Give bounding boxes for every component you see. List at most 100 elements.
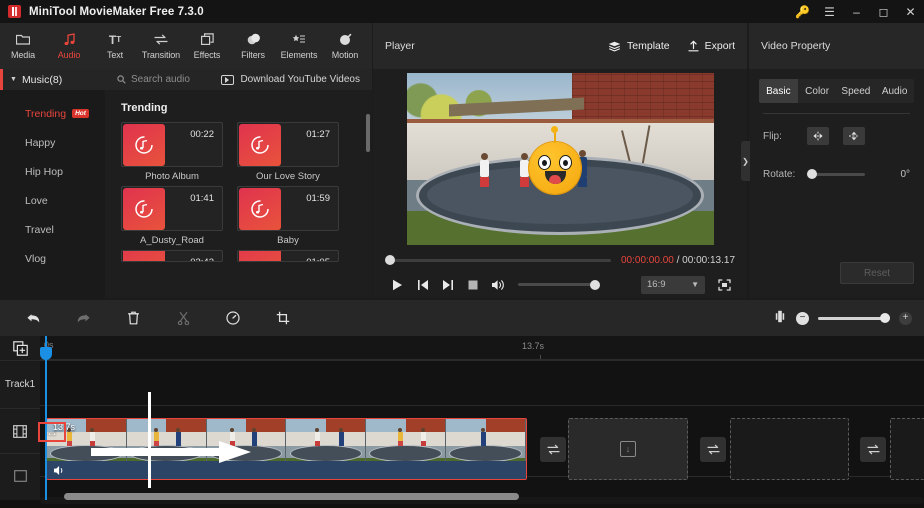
download-youtube-label: Download YouTube Videos <box>240 74 360 85</box>
tab-audio[interactable]: Audio <box>46 23 92 69</box>
zoom-out-button[interactable]: − <box>796 311 809 325</box>
chevron-right-icon: ❯ <box>742 156 749 166</box>
crop-button[interactable] <box>258 303 308 333</box>
seek-handle[interactable] <box>385 255 395 265</box>
audio-thumbnail[interactable]: 03:42 <box>121 250 223 262</box>
media-placeholder-slot[interactable] <box>890 418 924 480</box>
audio-thumbnail[interactable]: 01:41 <box>121 186 223 231</box>
play-button[interactable] <box>385 273 410 297</box>
fullscreen-button[interactable] <box>713 274 735 296</box>
current-time: 00:00:00.00 <box>621 254 674 266</box>
tab-elements[interactable]: Elements <box>276 23 322 69</box>
timeline-scroll-track[interactable] <box>40 493 924 504</box>
video-preview[interactable] <box>406 73 714 245</box>
audio-name: Baby <box>277 235 299 246</box>
menu-button[interactable]: ☰ <box>816 0 843 23</box>
tab-motion[interactable]: Motion <box>322 23 368 69</box>
category-trending[interactable]: Trending Hot <box>0 99 105 128</box>
collapse-panel-button[interactable]: ❯ <box>741 141 750 181</box>
add-media-button[interactable] <box>0 336 40 360</box>
category-love[interactable]: Love <box>0 186 105 215</box>
playhead[interactable] <box>40 336 52 500</box>
tab-audio[interactable]: Audio <box>875 79 914 103</box>
timeline-body[interactable]: 13.7s ↓ <box>40 360 924 500</box>
tab-speed[interactable]: Speed <box>837 79 876 103</box>
seek-slider[interactable] <box>385 255 611 265</box>
rotate-slider[interactable] <box>807 169 865 179</box>
search-input[interactable]: Search audio <box>105 74 221 85</box>
reset-button[interactable]: Reset <box>840 262 914 284</box>
media-placeholder-slot[interactable] <box>730 418 849 480</box>
category-label: Hip Hop <box>25 165 63 178</box>
aspect-ratio-select[interactable]: 16:9 ▼ <box>641 275 705 294</box>
tab-basic[interactable]: Basic <box>759 79 798 103</box>
zoom-slider[interactable] <box>818 312 890 323</box>
transition-button[interactable] <box>860 437 886 462</box>
audio-track-header[interactable] <box>0 453 40 498</box>
previous-frame-button[interactable] <box>410 273 435 297</box>
flip-vertical-button[interactable] <box>843 127 865 145</box>
category-travel[interactable]: Travel <box>0 215 105 244</box>
transition-button[interactable] <box>540 437 566 462</box>
list-item[interactable]: 01:27 Our Love Story <box>237 122 339 182</box>
fit-timeline-button[interactable] <box>773 310 787 326</box>
timeline-row-track1[interactable] <box>40 360 924 405</box>
list-item[interactable]: 01:59 Baby <box>237 186 339 246</box>
next-frame-button[interactable] <box>435 273 460 297</box>
category-vlog[interactable]: Vlog <box>0 244 105 273</box>
delete-button[interactable] <box>108 303 158 333</box>
category-happy[interactable]: Happy <box>0 128 105 157</box>
close-button[interactable]: ✕ <box>897 0 924 23</box>
tab-effects[interactable]: Effects <box>184 23 230 69</box>
list-item[interactable]: 01:05 <box>237 250 339 262</box>
volume-slider[interactable] <box>518 279 600 290</box>
undo-icon <box>26 313 39 322</box>
template-button[interactable]: Template <box>608 40 670 52</box>
maximize-button[interactable]: ◻ <box>870 0 897 23</box>
volume-handle[interactable] <box>590 279 600 290</box>
zoom-in-button[interactable]: + <box>899 311 912 325</box>
audio-list[interactable]: Trending 00:22 Photo Album 01:27 Our Lov… <box>105 90 372 298</box>
tab-text[interactable]: TT Text <box>92 23 138 69</box>
tool-tabs: Media Audio TT Text Transition Effects F… <box>0 23 372 69</box>
music-category-dropdown[interactable]: ▼ Music(8) <box>0 74 105 86</box>
list-item[interactable]: 00:22 Photo Album <box>121 122 223 182</box>
title-bar: MiniTool MovieMaker Free 7.3.0 🔑 ☰ – ◻ ✕ <box>0 0 924 23</box>
tab-media[interactable]: Media <box>0 23 46 69</box>
redo-icon <box>77 313 90 322</box>
audio-thumbnail[interactable]: 00:22 <box>121 122 223 167</box>
license-key-button[interactable]: 🔑 <box>789 0 816 23</box>
flip-horizontal-button[interactable] <box>807 127 829 145</box>
library-scrollbar[interactable] <box>366 114 370 152</box>
audio-thumbnail[interactable]: 01:05 <box>237 250 339 262</box>
download-youtube-button[interactable]: Download YouTube Videos <box>221 74 372 85</box>
split-button[interactable] <box>158 303 208 333</box>
tab-transition[interactable]: Transition <box>138 23 184 69</box>
tab-filters[interactable]: Filters <box>230 23 276 69</box>
speed-button[interactable] <box>208 303 258 333</box>
minimize-button[interactable]: – <box>843 0 870 23</box>
tab-color[interactable]: Color <box>798 79 837 103</box>
media-placeholder-slot[interactable]: ↓ <box>568 418 688 480</box>
video-track-header[interactable] <box>0 408 40 453</box>
list-item[interactable]: 01:41 A_Dusty_Road <box>121 186 223 246</box>
export-button[interactable]: Export <box>688 40 735 52</box>
timeline-scrollbar[interactable] <box>64 493 519 500</box>
volume-button[interactable] <box>485 273 510 297</box>
category-hip-hop[interactable]: Hip Hop <box>0 157 105 186</box>
clip-audio-strip[interactable] <box>47 461 526 479</box>
stop-button[interactable] <box>460 273 485 297</box>
rotate-handle[interactable] <box>807 169 817 179</box>
video-clip[interactable]: 13.7s <box>46 418 527 480</box>
timeline: Track1 0s 13.7s 13.7s ↓ <box>0 336 924 508</box>
emoji-sticker-overlay[interactable] <box>529 125 582 194</box>
redo-button[interactable] <box>58 303 108 333</box>
list-item[interactable]: 03:42 <box>121 250 223 262</box>
playhead-handle[interactable] <box>40 347 52 360</box>
undo-button[interactable] <box>8 303 58 333</box>
zoom-handle[interactable] <box>880 312 890 323</box>
timeline-ruler[interactable]: 0s 13.7s <box>40 336 924 360</box>
audio-thumbnail[interactable]: 01:27 <box>237 122 339 167</box>
transition-button[interactable] <box>700 437 726 462</box>
audio-thumbnail[interactable]: 01:59 <box>237 186 339 231</box>
